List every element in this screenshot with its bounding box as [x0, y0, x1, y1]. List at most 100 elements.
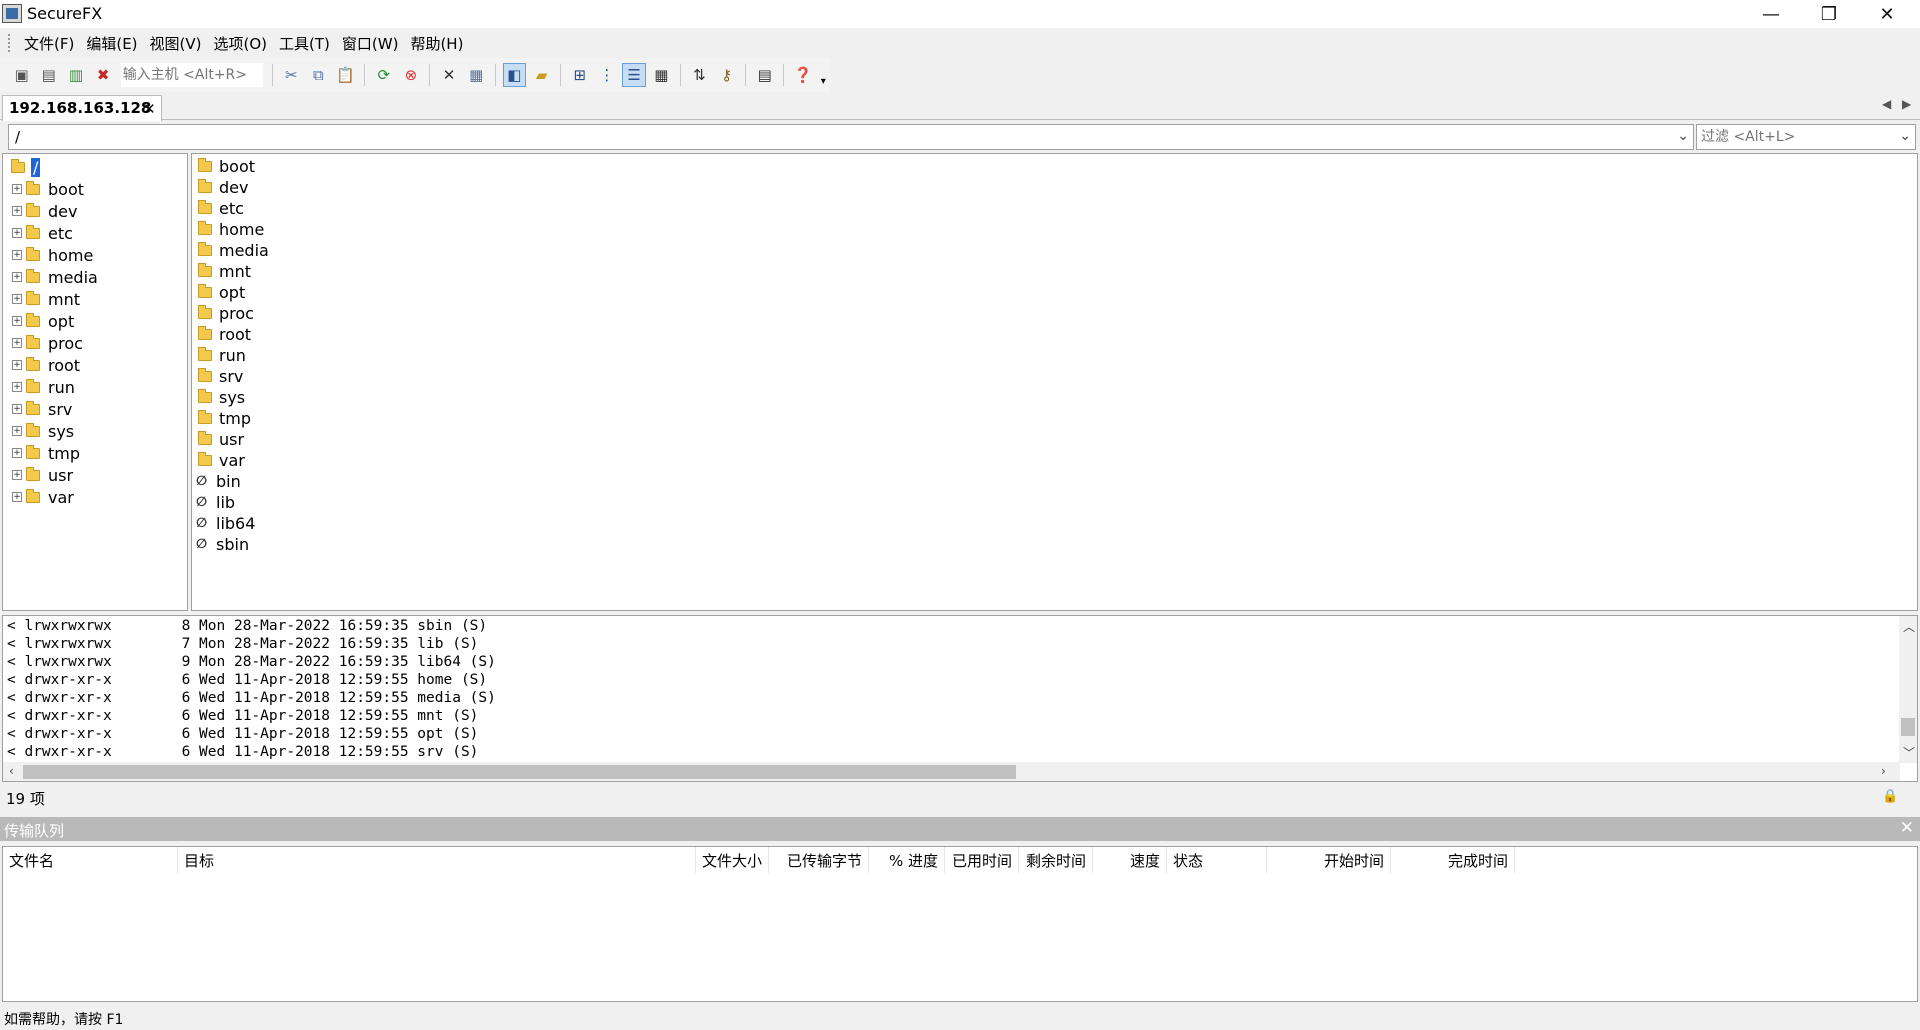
menu-window[interactable]: 窗口(W)	[336, 33, 405, 54]
file-item-mnt[interactable]: mnt	[196, 261, 251, 282]
column-header-elapsed[interactable]: 已用时间	[945, 847, 1019, 873]
tree-item-media[interactable]: + media	[3, 266, 187, 288]
menu-options[interactable]: 选项(O)	[208, 33, 274, 54]
sync-icon[interactable]: ⇅	[688, 63, 711, 87]
scroll-left-icon[interactable]: ‹	[9, 764, 14, 778]
column-header-progress[interactable]: % 进度	[869, 847, 945, 873]
expand-icon[interactable]: +	[12, 360, 22, 370]
log-horizontal-scrollbar[interactable]: ‹ ›	[3, 762, 1900, 781]
file-item-srv[interactable]: srv	[196, 366, 243, 387]
tree-root[interactable]: /	[3, 156, 187, 178]
tree-item-etc[interactable]: + etc	[3, 222, 187, 244]
filter-combobox[interactable]: ⌄	[1696, 124, 1916, 150]
small-icons-icon[interactable]: ⋮	[595, 63, 618, 87]
scrollbar-thumb[interactable]	[1901, 718, 1915, 736]
tree-item-dev[interactable]: + dev	[3, 200, 187, 222]
menu-help[interactable]: 帮助(H)	[404, 33, 469, 54]
close-tab-icon[interactable]: ✕	[143, 100, 156, 118]
expand-icon[interactable]: +	[12, 470, 22, 480]
expand-icon[interactable]: +	[12, 338, 22, 348]
host-input[interactable]	[120, 63, 263, 87]
expand-icon[interactable]: +	[12, 492, 22, 502]
session-tab[interactable]: 192.168.163.128 ✕	[2, 95, 162, 121]
tree-item-var[interactable]: + var	[3, 486, 187, 508]
scrollbar-thumb[interactable]	[23, 765, 1016, 779]
stop-icon[interactable]: ⊗	[399, 63, 422, 87]
quick-connect-icon[interactable]: ▤	[37, 63, 60, 87]
menu-file[interactable]: 文件(F)	[18, 33, 80, 54]
properties-icon[interactable]: ▦	[465, 63, 488, 87]
disconnect-icon[interactable]: ✖	[92, 63, 115, 87]
details-view-icon[interactable]: ▦	[650, 63, 673, 87]
path-combobox[interactable]: / ⌄	[8, 124, 1694, 150]
file-item-sbin[interactable]: ∅ sbin	[196, 534, 249, 555]
reconnect-icon[interactable]: ▥	[64, 63, 87, 87]
chevron-down-icon[interactable]: ⌄	[1677, 128, 1689, 144]
tree-item-home[interactable]: + home	[3, 244, 187, 266]
copy-icon[interactable]: ⧉	[307, 63, 330, 87]
key-icon[interactable]: ⚷	[715, 63, 738, 87]
tree-item-boot[interactable]: + boot	[3, 178, 187, 200]
expand-icon[interactable]: +	[12, 426, 22, 436]
tree-item-usr[interactable]: + usr	[3, 464, 187, 486]
expand-icon[interactable]: +	[12, 206, 22, 216]
tree-item-run[interactable]: + run	[3, 376, 187, 398]
menu-edit[interactable]: 编辑(E)	[80, 33, 143, 54]
column-header-speed[interactable]: 速度	[1093, 847, 1167, 873]
menu-view[interactable]: 视图(V)	[144, 33, 208, 54]
expand-icon[interactable]: +	[12, 294, 22, 304]
tree-item-tmp[interactable]: + tmp	[3, 442, 187, 464]
chevron-down-icon[interactable]: ⌄	[1899, 128, 1911, 144]
close-queue-icon[interactable]: ✕	[1900, 818, 1914, 838]
cut-icon[interactable]: ✂	[280, 63, 303, 87]
file-item-run[interactable]: run	[196, 345, 246, 366]
file-item-var[interactable]: var	[196, 450, 245, 471]
expand-icon[interactable]: +	[12, 404, 22, 414]
log-vertical-scrollbar[interactable]: ︿ ﹀	[1899, 616, 1917, 763]
tree-view-icon[interactable]: ◧	[502, 63, 526, 87]
column-header-status[interactable]: 状态	[1167, 847, 1267, 873]
tree-item-mnt[interactable]: + mnt	[3, 288, 187, 310]
expand-icon[interactable]: +	[12, 272, 22, 282]
tab-scroll-right-icon[interactable]: ▶	[1902, 97, 1911, 111]
refresh-icon[interactable]: ⟳	[372, 63, 395, 87]
toolbar-overflow-icon[interactable]: ▾	[818, 69, 828, 93]
expand-icon[interactable]: +	[12, 382, 22, 392]
tree-item-srv[interactable]: + srv	[3, 398, 187, 420]
scroll-down-icon[interactable]: ﹀	[1903, 744, 1915, 761]
file-item-tmp[interactable]: tmp	[196, 408, 251, 429]
column-header-target[interactable]: 目标	[178, 847, 696, 873]
column-header-transferred[interactable]: 已传输字节	[769, 847, 869, 873]
file-item-media[interactable]: media	[196, 240, 269, 261]
large-icons-icon[interactable]: ⊞	[568, 63, 591, 87]
column-header-filename[interactable]: 文件名	[3, 847, 178, 873]
file-item-boot[interactable]: boot	[196, 156, 255, 177]
file-item-proc[interactable]: proc	[196, 303, 254, 324]
file-item-sys[interactable]: sys	[196, 387, 245, 408]
file-item-dev[interactable]: dev	[196, 177, 248, 198]
file-item-lib[interactable]: ∅ lib	[196, 492, 235, 513]
expand-icon[interactable]: +	[12, 184, 22, 194]
tree-item-opt[interactable]: + opt	[3, 310, 187, 332]
menu-tools[interactable]: 工具(T)	[273, 33, 336, 54]
file-item-lib64[interactable]: ∅ lib64	[196, 513, 255, 534]
expand-icon[interactable]: +	[12, 228, 22, 238]
file-item-usr[interactable]: usr	[196, 429, 244, 450]
open-folder-icon[interactable]: ▰	[530, 63, 553, 87]
close-button[interactable]: ✕	[1858, 0, 1916, 28]
column-header-filesize[interactable]: 文件大小	[696, 847, 769, 873]
file-item-etc[interactable]: etc	[196, 198, 244, 219]
column-header-remaining[interactable]: 剩余时间	[1019, 847, 1093, 873]
list-view-icon[interactable]: ☰	[622, 63, 646, 87]
tree-item-proc[interactable]: + proc	[3, 332, 187, 354]
session-manager-icon[interactable]: ▤	[753, 63, 776, 87]
column-header-start-time[interactable]: 开始时间	[1267, 847, 1391, 873]
tab-scroll-left-icon[interactable]: ◀	[1882, 97, 1891, 111]
file-item-root[interactable]: root	[196, 324, 251, 345]
delete-icon[interactable]: ✕	[437, 63, 460, 87]
file-item-opt[interactable]: opt	[196, 282, 245, 303]
connect-icon[interactable]: ▣	[10, 63, 33, 87]
expand-icon[interactable]: +	[12, 316, 22, 326]
file-item-bin[interactable]: ∅ bin	[196, 471, 241, 492]
filter-input[interactable]	[1697, 125, 1887, 149]
